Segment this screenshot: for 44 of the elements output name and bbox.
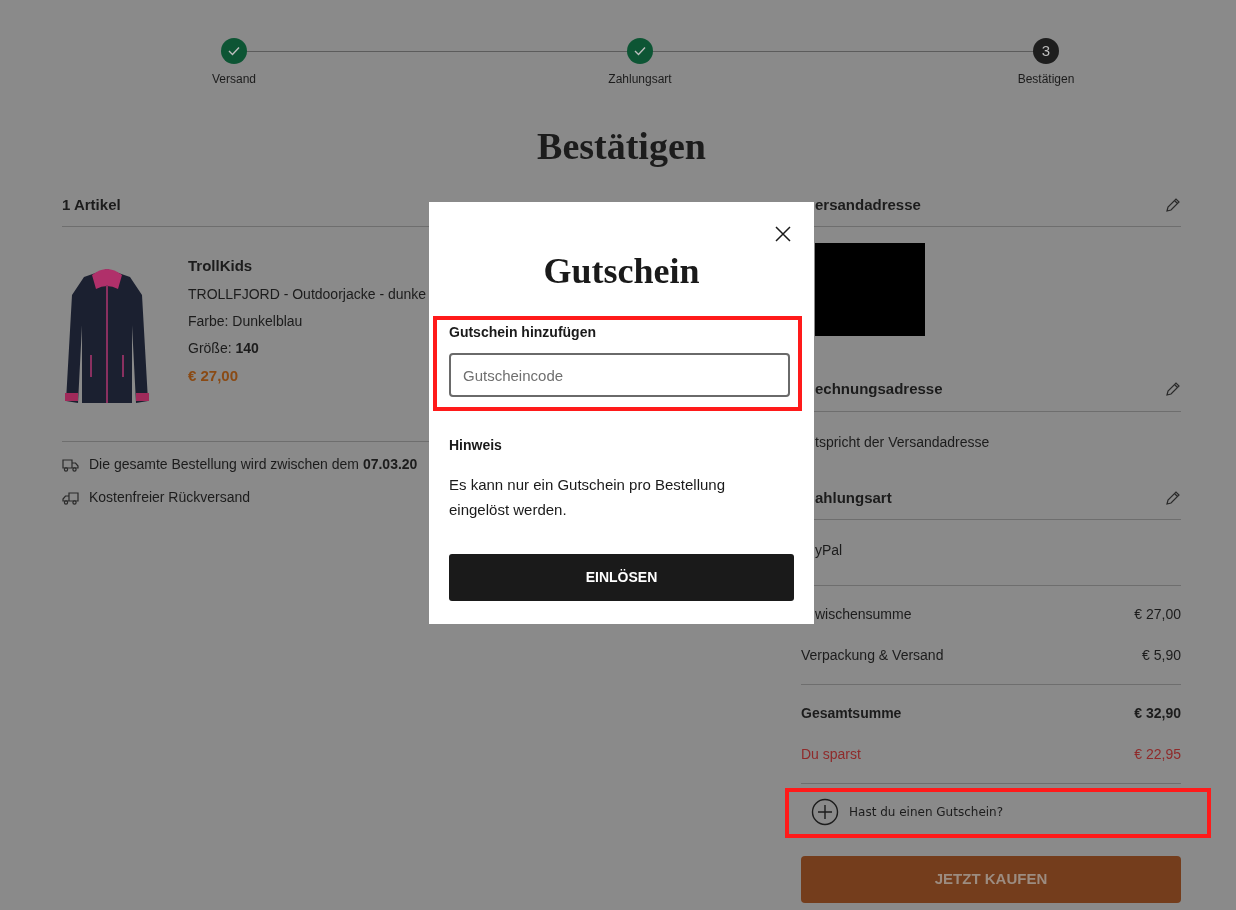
total-label: wischensumme (814, 605, 912, 625)
total-label: Gesamtsumme (801, 704, 902, 724)
section-heading: ahlungsart (814, 487, 892, 508)
check-icon (228, 46, 240, 56)
product-color: Farbe: Dunkelblau (188, 311, 304, 331)
total-value: € 32,90 (1134, 704, 1181, 724)
step-indicator: 3 (1033, 38, 1059, 64)
delivery-note: Die gesamte Bestellung wird zwischen dem 07.03.20 (89, 455, 418, 475)
product-price: € 27,00 (188, 365, 240, 386)
voucher-code-field[interactable]: Gutscheincode (449, 353, 790, 397)
pencil-icon[interactable] (1165, 381, 1181, 398)
product-size: Größe: 140 (188, 338, 260, 358)
buy-button[interactable]: JETZT KAUFEN (801, 856, 1181, 904)
step-label: Versand (211, 71, 256, 88)
delivery-note: Kostenfreier Rückversand (89, 488, 251, 508)
section-text: tspricht der Versandadresse (815, 433, 990, 450)
cart-heading: 1 Artikel (62, 194, 121, 215)
savings-value: € 22,95 (1134, 745, 1181, 765)
product-name: TROLLFJORD - Outdoorjacke - dunke (188, 284, 427, 304)
step-label: Bestätigen (1017, 71, 1075, 88)
total-value: € 5,90 (1142, 646, 1181, 666)
product-brand: TrollKids (188, 256, 254, 277)
page-title: Bestätigen (536, 124, 707, 169)
section-heading: ersandadresse (814, 194, 921, 215)
note-heading: Hinweis (449, 436, 503, 455)
section-heading: echnungsadresse (814, 379, 943, 400)
note-text: Es kann nur ein Gutschein pro Bestellung eingelöst werden. (449, 475, 726, 520)
voucher-toggle[interactable]: Hast du einen Gutschein? (789, 792, 1207, 835)
plus-circle-icon (811, 798, 839, 827)
section-text: yPal (815, 542, 843, 559)
savings-label: Du sparst (801, 745, 861, 765)
modal-title: Gutschein (542, 250, 701, 293)
return-truck-icon (62, 490, 79, 505)
pencil-icon[interactable] (1165, 489, 1181, 506)
close-button[interactable] (774, 225, 792, 243)
close-icon (774, 225, 792, 243)
check-icon (634, 46, 646, 56)
redeem-button[interactable]: EINLÖSEN (449, 554, 794, 601)
truck-icon (62, 457, 79, 472)
total-value: € 27,00 (1134, 605, 1181, 625)
total-label: Verpackung & Versand (801, 646, 944, 666)
step-label: Zahlungsart (608, 71, 672, 88)
field-label: Gutschein hinzufügen (449, 323, 597, 342)
pencil-icon[interactable] (1165, 196, 1181, 213)
